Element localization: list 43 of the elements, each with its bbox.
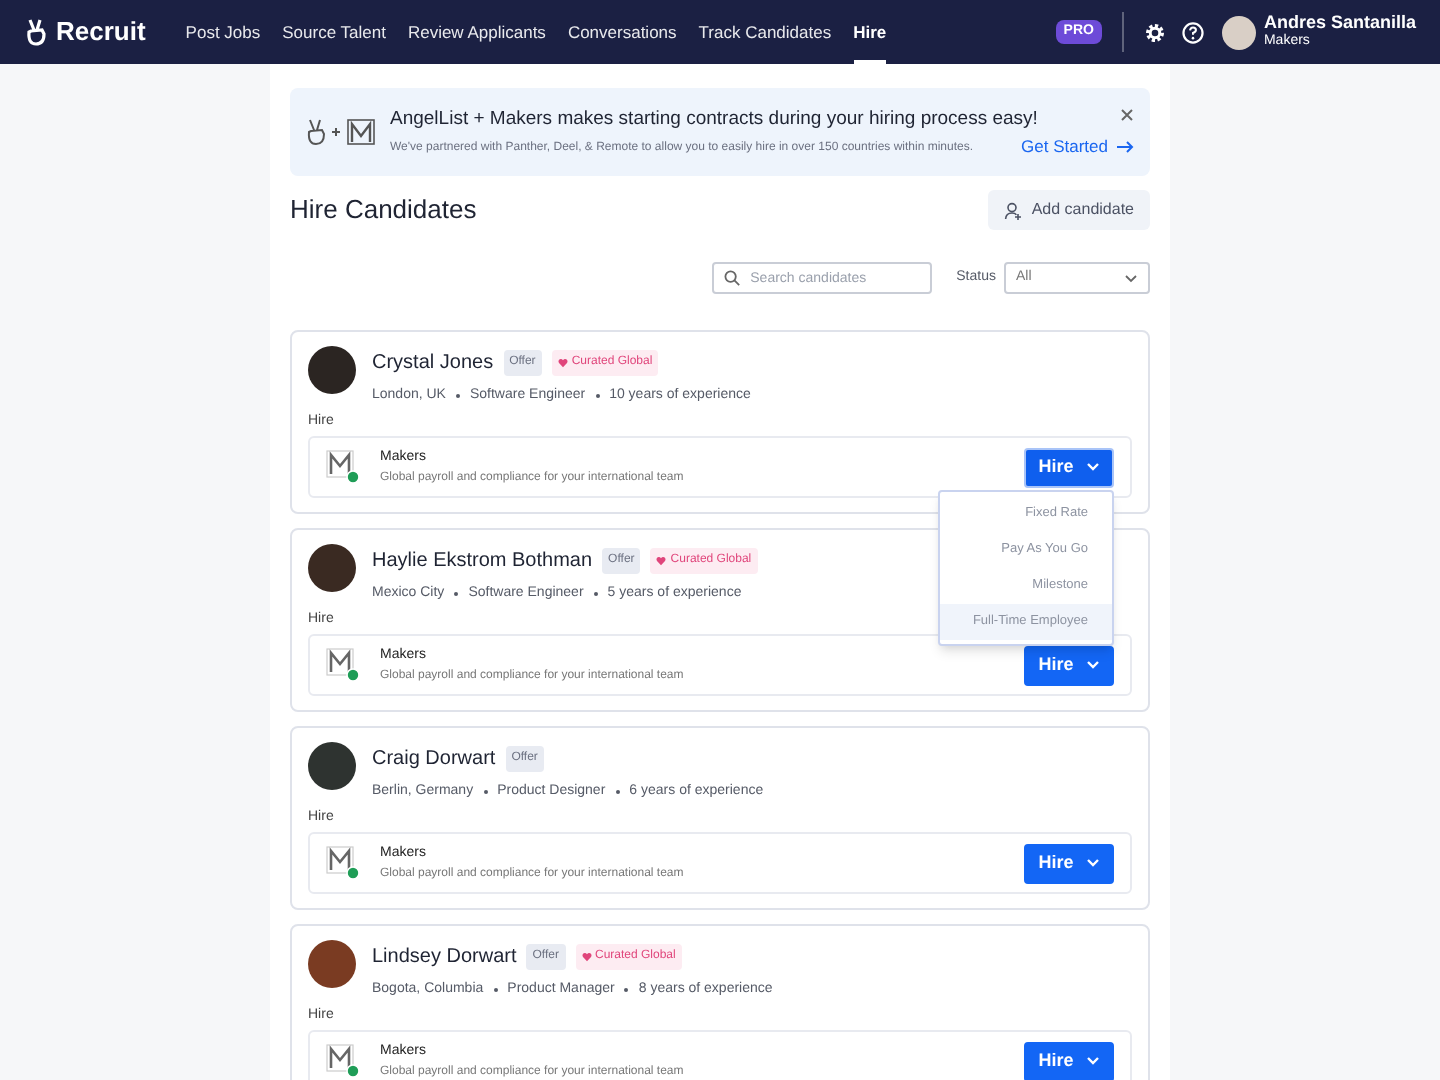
heart-icon bbox=[581, 952, 591, 962]
help-icon[interactable] bbox=[1181, 21, 1204, 43]
nav-tab[interactable]: Post Jobs bbox=[185, 0, 261, 64]
chevron-down-icon bbox=[1085, 660, 1100, 670]
heart-icon bbox=[557, 358, 568, 368]
peace-hand-icon bbox=[24, 18, 48, 46]
get-started-link[interactable]: Get Started bbox=[1021, 136, 1134, 156]
search-icon bbox=[724, 270, 741, 286]
nav-tab[interactable]: Track Candidates bbox=[698, 0, 832, 64]
makers-logo-icon bbox=[326, 846, 360, 880]
candidate-avatar bbox=[308, 346, 356, 394]
close-icon[interactable] bbox=[1120, 108, 1134, 122]
chevron-down-icon bbox=[1085, 858, 1100, 868]
hire-button[interactable]: Hire bbox=[1024, 645, 1114, 685]
hire-button[interactable]: Hire bbox=[1024, 1041, 1114, 1080]
chevron-down-icon bbox=[1085, 462, 1100, 472]
candidate-avatar bbox=[308, 940, 356, 988]
candidate-name: Lindsey Dorwart bbox=[372, 945, 517, 969]
candidate-avatar bbox=[308, 742, 356, 790]
settings-icon[interactable] bbox=[1143, 21, 1166, 43]
banner-title: AngelList + Makers makes starting contracts during your hiring process easy! bbox=[390, 108, 1038, 132]
candidate-name: Craig Dorwart bbox=[372, 747, 496, 771]
nav-tab[interactable]: Review Applicants bbox=[407, 0, 546, 64]
makers-logo-icon bbox=[326, 450, 360, 484]
heart-icon bbox=[656, 556, 667, 566]
chevron-down-icon bbox=[1085, 1056, 1100, 1066]
user-name: Andres Santanilla bbox=[1263, 14, 1416, 33]
nav-tab[interactable]: Source Talent bbox=[282, 0, 386, 64]
hire-button[interactable]: Hire bbox=[1024, 447, 1114, 487]
add-candidate-button[interactable]: Add candidate bbox=[987, 190, 1150, 230]
partner-logos-icon bbox=[306, 118, 378, 146]
candidate-avatar bbox=[308, 544, 356, 592]
page-title: Hire Candidates bbox=[290, 192, 477, 229]
candidate-name: Crystal Jones bbox=[372, 351, 494, 375]
brand-logo[interactable]: Recruit bbox=[56, 12, 146, 52]
makers-logo-icon bbox=[326, 648, 360, 682]
hire-button[interactable]: Hire bbox=[1024, 843, 1114, 883]
nav-tab[interactable]: Conversations bbox=[567, 0, 677, 64]
chevron-down-icon bbox=[1124, 273, 1138, 283]
person-add-icon bbox=[1003, 201, 1022, 219]
arrow-right-icon bbox=[1116, 139, 1134, 153]
user-avatar[interactable] bbox=[1221, 15, 1256, 49]
candidate-name: Haylie Ekstrom Bothman bbox=[372, 549, 593, 573]
